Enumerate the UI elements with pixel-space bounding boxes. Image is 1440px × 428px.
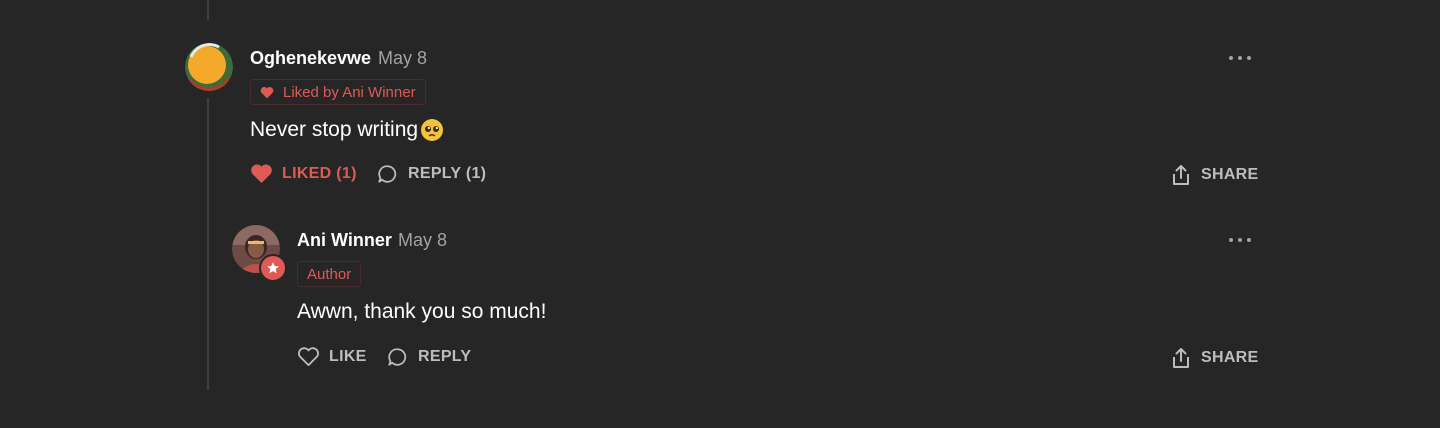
author-star-badge bbox=[259, 254, 287, 282]
reply-text: Awwn, thank you so much! bbox=[297, 300, 547, 323]
reply-date[interactable]: May 8 bbox=[398, 230, 447, 251]
avatar[interactable] bbox=[185, 43, 233, 91]
reply-body: Awwn, thank you so much! bbox=[297, 300, 546, 324]
more-options-icon[interactable] bbox=[1229, 235, 1251, 245]
heart-filled-icon bbox=[260, 86, 274, 99]
comment-body: Never stop writing bbox=[250, 118, 444, 142]
heart-filled-icon bbox=[250, 163, 273, 184]
more-options-icon[interactable] bbox=[1229, 53, 1251, 63]
thread-line-top bbox=[207, 0, 209, 20]
heart-outline-icon bbox=[297, 346, 320, 367]
liked-by-label: Liked by Ani Winner bbox=[283, 83, 416, 101]
like-button[interactable]: LIKE bbox=[297, 346, 367, 367]
comment-author[interactable]: Oghenekevwe bbox=[250, 48, 371, 69]
share-label: SHARE bbox=[1201, 166, 1259, 183]
like-button[interactable]: LIKED (1) bbox=[250, 163, 357, 184]
reply-button[interactable]: REPLY bbox=[386, 346, 471, 368]
reply-author[interactable]: Ani Winner bbox=[297, 230, 392, 251]
like-label: LIKED (1) bbox=[282, 164, 357, 182]
speech-bubble-icon bbox=[386, 346, 409, 368]
share-icon bbox=[1170, 346, 1192, 370]
comment-date[interactable]: May 8 bbox=[378, 48, 427, 69]
pleading-face-icon bbox=[420, 118, 444, 142]
like-label: LIKE bbox=[329, 347, 367, 365]
comment-text: Never stop writing bbox=[250, 118, 419, 141]
liked-by-badge: Liked by Ani Winner bbox=[250, 79, 426, 105]
thread-line bbox=[207, 98, 209, 390]
reply-button[interactable]: REPLY (1) bbox=[376, 163, 486, 185]
star-icon bbox=[266, 261, 280, 275]
author-badge: Author bbox=[297, 261, 362, 287]
speech-bubble-icon bbox=[376, 163, 399, 185]
author-badge-label: Author bbox=[307, 265, 352, 283]
reply-label: REPLY bbox=[418, 348, 472, 365]
share-icon bbox=[1170, 163, 1192, 187]
share-label: SHARE bbox=[1201, 349, 1259, 366]
share-button[interactable]: SHARE bbox=[1170, 346, 1259, 370]
reply-label: REPLY (1) bbox=[408, 165, 487, 182]
share-button[interactable]: SHARE bbox=[1170, 163, 1259, 187]
